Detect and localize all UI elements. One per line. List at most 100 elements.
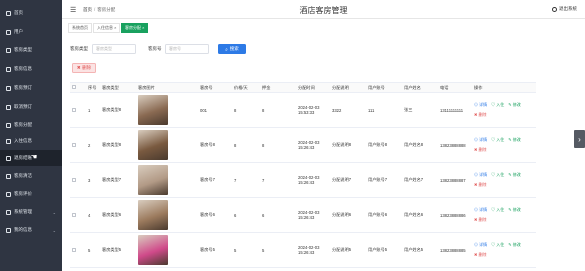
delete-button[interactable]: ✖ 删除	[474, 147, 534, 153]
table-row: 1 客房类型8 001 8 8 2024-02-03 15:53:33 3322 111 张三 1…	[70, 92, 536, 128]
checkin-button[interactable]: ♡ 入住	[491, 102, 504, 108]
delete-button[interactable]: ✖ 删除	[474, 217, 534, 223]
row-checkbox[interactable]	[72, 177, 76, 182]
row-checkbox[interactable]	[72, 142, 76, 147]
row-checkbox-cell	[70, 197, 86, 233]
edit-button[interactable]: ✎ 修改	[508, 137, 520, 143]
assign-note-cell: 分配说明6	[330, 197, 366, 233]
detail-button[interactable]: ⊙ 详情	[474, 207, 487, 213]
sidebar-item-label: 客房信息	[14, 66, 32, 71]
sidebar: 首页 用户 客房类型 客房信息 客房预订 取消预订 客房分配 入住信息 退房结账…	[0, 0, 62, 271]
user-account-cell: 用户账号8	[366, 127, 402, 163]
edit-button[interactable]: ✎ 修改	[508, 172, 520, 178]
tab-checkin-info[interactable]: 入住信息 ×	[93, 23, 121, 33]
checkin-label: 入住	[496, 102, 505, 107]
room-type-label: 客房类型	[70, 46, 88, 51]
checkin-button[interactable]: ♡ 入住	[491, 242, 504, 248]
room-type-input[interactable]: 客房类型	[92, 44, 136, 54]
checkin-label: 入住	[496, 137, 505, 142]
room-type-cell: 客房类型7	[100, 162, 136, 198]
deposit-cell: 7	[260, 162, 296, 198]
sidebar-item-label: 退房结账	[14, 155, 32, 160]
tab-room-assign[interactable]: 客房分配 ×	[121, 23, 149, 33]
sidebar-item-system[interactable]: 系统管理 ⌄	[0, 204, 62, 220]
top-header: ☰ 首页 / 客房分配 酒店客房管理 退出系统	[62, 0, 585, 19]
row-index: 4	[86, 197, 100, 233]
grid-icon	[6, 29, 11, 35]
edit-button[interactable]: ✎ 修改	[508, 242, 520, 248]
row-checkbox[interactable]	[72, 107, 76, 112]
checkin-button[interactable]: ♡ 入住	[491, 207, 504, 213]
next-page-arrow-icon[interactable]: ›	[574, 130, 585, 148]
room-number-input[interactable]: 客房号	[165, 44, 209, 54]
phone-cell: 13823888886	[438, 197, 472, 233]
edit-label: 修改	[512, 242, 521, 247]
detail-label: 详情	[479, 207, 488, 212]
delete-button[interactable]: ✖ 删除	[474, 252, 534, 258]
sidebar-item-label: 客房评价	[14, 191, 32, 196]
sidebar-item-room-booking[interactable]: 客房预订	[0, 80, 62, 96]
sidebar-item-checkin-info[interactable]: 入住信息	[0, 133, 62, 149]
sidebar-item-users[interactable]: 用户	[0, 24, 62, 40]
detail-label: 详情	[479, 137, 488, 142]
detail-label: 详情	[479, 242, 488, 247]
detail-button[interactable]: ⊙ 详情	[474, 242, 487, 248]
user-name-cell: 用户姓名8	[402, 127, 438, 163]
row-checkbox[interactable]	[72, 247, 76, 252]
select-all-checkbox[interactable]	[72, 85, 76, 89]
checkin-button[interactable]: ♡ 入住	[491, 137, 504, 143]
delete-label: 删除	[478, 182, 487, 187]
checkin-label: 入住	[496, 207, 505, 212]
edit-label: 修改	[512, 207, 521, 212]
tab-home[interactable]: 系统首页	[68, 23, 92, 33]
delete-button[interactable]: ✖ 删除	[474, 112, 534, 118]
edit-button[interactable]: ✎ 修改	[508, 207, 520, 213]
sidebar-item-room-assign[interactable]: 客房分配	[0, 117, 62, 133]
delete-label: 删除	[478, 147, 487, 152]
sidebar-item-my-info[interactable]: 我的信息 ⌄	[0, 222, 62, 238]
edit-button[interactable]: ✎ 修改	[508, 102, 520, 108]
row-index: 5	[86, 232, 100, 268]
column-header: 客房图片	[136, 82, 198, 93]
assign-time-cell: 2024-02-03 15:53:33	[296, 92, 330, 128]
assign-time-cell: 2024-02-03 15:26:43	[296, 197, 330, 233]
logout-button[interactable]: 退出系统	[552, 6, 577, 12]
search-button[interactable]: ⌕ 搜索	[218, 44, 246, 54]
checkin-button[interactable]: ♡ 入住	[491, 172, 504, 178]
sidebar-item-label: 取消预订	[14, 104, 32, 109]
room-type-cell: 客房类型8	[100, 127, 136, 163]
row-index: 2	[86, 127, 100, 163]
price-cell: 8	[232, 92, 260, 128]
batch-delete-button[interactable]: ✖ 删除	[72, 63, 96, 73]
sidebar-item-label: 我的信息	[14, 227, 32, 232]
actions-cell: ⊙ 详情 ♡ 入住 ✎ 修改 ✖ 删除	[472, 92, 536, 128]
delete-label: 删除	[478, 217, 487, 222]
assign-note-cell: 分配说明8	[330, 127, 366, 163]
column-header: 客房号	[198, 82, 232, 93]
column-header: 用户账号	[366, 82, 402, 93]
row-checkbox[interactable]	[72, 212, 76, 217]
sidebar-item-label: 用户	[14, 29, 23, 34]
sidebar-item-label: 客房清洁	[14, 173, 32, 178]
tab-label: 客房分配 ×	[125, 25, 145, 30]
assign-note-cell: 分配说明7	[330, 162, 366, 198]
room-type-cell: 客房类型5	[100, 232, 136, 268]
sidebar-item-room-cleaning[interactable]: 客房清洁	[0, 168, 62, 184]
sidebar-item-room-info[interactable]: 客房信息	[0, 61, 62, 77]
phone-cell: 13111111111	[438, 92, 472, 128]
sidebar-item-home[interactable]: 首页	[0, 5, 62, 21]
table-header-row: 序号 客房类型 客房图片 客房号 价格/天 押金 分配时间 分配说明 用户账号 …	[70, 82, 536, 93]
sidebar-item-room-review[interactable]: 客房评价	[0, 186, 62, 202]
price-cell: 7	[232, 162, 260, 198]
room-number-cell: 客房号8	[198, 127, 232, 163]
detail-button[interactable]: ⊙ 详情	[474, 137, 487, 143]
grid-icon	[6, 155, 11, 161]
detail-button[interactable]: ⊙ 详情	[474, 102, 487, 108]
edit-label: 修改	[512, 102, 521, 107]
delete-button-label: 删除	[82, 65, 92, 70]
sidebar-item-room-type[interactable]: 客房类型	[0, 42, 62, 58]
delete-button[interactable]: ✖ 删除	[474, 182, 534, 188]
chart-icon	[6, 66, 11, 72]
detail-button[interactable]: ⊙ 详情	[474, 172, 487, 178]
sidebar-item-cancel-booking[interactable]: 取消预订	[0, 99, 62, 115]
